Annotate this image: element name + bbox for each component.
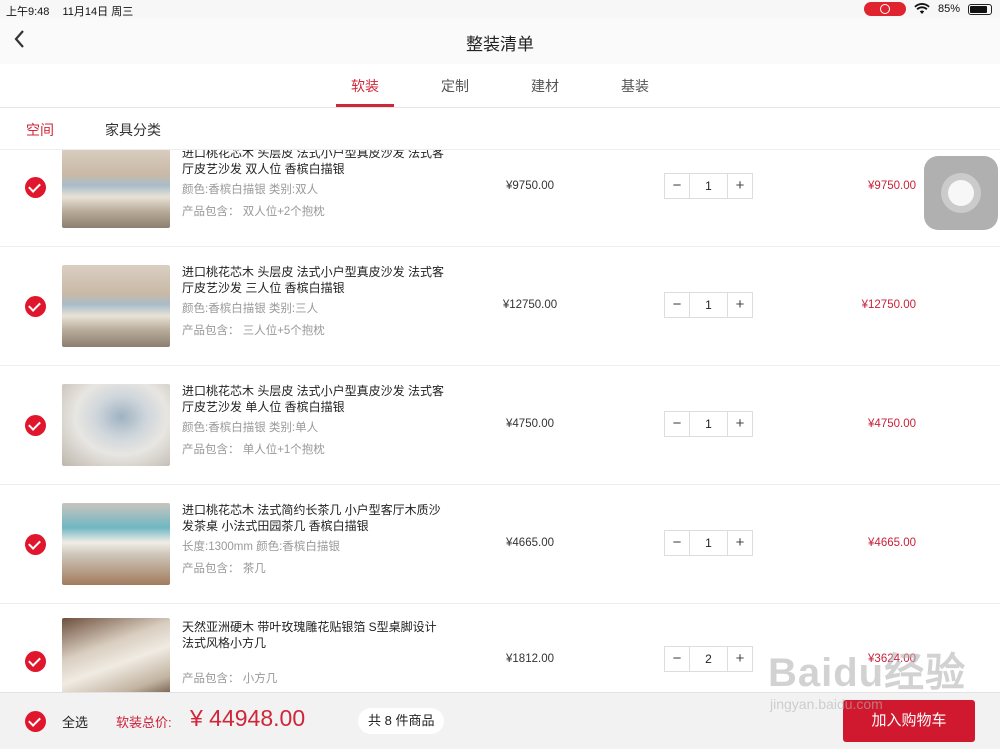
product-spec: 颜色:香槟白描银 类别:双人 xyxy=(182,184,319,196)
item-subtotal: ¥3624.00 xyxy=(868,653,916,665)
product-image[interactable] xyxy=(62,150,170,228)
total-label: 软装总价: xyxy=(116,715,172,730)
product-info[interactable]: 进口桃花芯木 法式简约长茶几 小户型客厅木质沙发茶桌 小法式田园茶几 香槟白描银… xyxy=(182,502,447,577)
quantity-value[interactable]: 1 xyxy=(689,531,728,555)
item-checkbox[interactable] xyxy=(25,177,46,198)
tab-jiancai[interactable]: 建材 xyxy=(515,76,575,96)
product-image[interactable] xyxy=(62,265,170,347)
plus-icon[interactable]: + xyxy=(728,647,752,671)
product-info[interactable]: 进口桃花芯木 头层皮 法式小户型真皮沙发 法式客厅皮艺沙发 双人位 香槟白描银 … xyxy=(182,150,447,220)
quantity-value[interactable]: 1 xyxy=(689,293,728,317)
plus-icon[interactable]: + xyxy=(728,531,752,555)
product-contents: 产品包含： 双人位+2个抱枕 xyxy=(182,206,325,218)
minus-icon[interactable]: − xyxy=(665,412,689,436)
product-contents: 产品包含： 三人位+5个抱枕 xyxy=(182,325,325,337)
status-date: 11月14日 周三 xyxy=(62,6,134,18)
item-subtotal: ¥4665.00 xyxy=(868,537,916,549)
unit-price: ¥4750.00 xyxy=(506,418,554,430)
product-spec: 颜色:香槟白描银 类别:三人 xyxy=(182,303,319,315)
quantity-stepper: − 1 + xyxy=(664,530,753,556)
item-checkbox[interactable] xyxy=(25,534,46,555)
battery-icon xyxy=(968,3,992,15)
status-time: 上午9:48 xyxy=(6,6,50,18)
quantity-stepper: − 1 + xyxy=(664,411,753,437)
product-image[interactable] xyxy=(62,618,170,692)
item-subtotal: ¥12750.00 xyxy=(861,299,916,311)
quantity-stepper: − 2 + xyxy=(664,646,753,672)
unit-price: ¥9750.00 xyxy=(506,180,554,192)
list-item: 天然亚洲硬木 带叶玫瑰雕花贴银箔 S型桌脚设计 法式风格小方几 产品包含： 小方… xyxy=(0,604,1000,692)
list-item: 进口桃花芯木 法式简约长茶几 小户型客厅木质沙发茶桌 小法式田园茶几 香槟白描银… xyxy=(0,485,1000,604)
assistive-touch-button[interactable] xyxy=(924,156,998,230)
product-info[interactable]: 天然亚洲硬木 带叶玫瑰雕花贴银箔 S型桌脚设计 法式风格小方几 产品包含： 小方… xyxy=(182,619,447,687)
plus-icon[interactable]: + xyxy=(728,412,752,436)
minus-icon[interactable]: − xyxy=(665,174,689,198)
checkout-footer: 全选 软装总价: ¥ 44948.00 共 8 件商品 加入购物车 xyxy=(0,692,1000,749)
item-subtotal: ¥4750.00 xyxy=(868,418,916,430)
product-image[interactable] xyxy=(62,384,170,466)
product-info[interactable]: 进口桃花芯木 头层皮 法式小户型真皮沙发 法式客厅皮艺沙发 三人位 香槟白描银 … xyxy=(182,264,447,339)
status-right: 85% xyxy=(863,2,992,16)
battery-percent: 85% xyxy=(937,3,960,15)
product-name: 进口桃花芯木 头层皮 法式小户型真皮沙发 法式客厅皮艺沙发 三人位 香槟白描银 xyxy=(182,265,445,295)
page-title: 整装清单 xyxy=(466,35,534,54)
active-tab-indicator xyxy=(336,104,394,107)
tab-jizhuang[interactable]: 基装 xyxy=(605,76,665,96)
product-name: 天然亚洲硬木 带叶玫瑰雕花贴银箔 S型桌脚设计 法式风格小方几 xyxy=(182,620,437,650)
list-item: 进口桃花芯木 头层皮 法式小户型真皮沙发 法式客厅皮艺沙发 单人位 香槟白描银 … xyxy=(0,366,1000,485)
product-contents: 产品包含： 单人位+1个抱枕 xyxy=(182,444,325,456)
unit-price: ¥4665.00 xyxy=(506,537,554,549)
select-all-checkbox[interactable] xyxy=(25,711,46,732)
assistive-touch-dot xyxy=(948,180,974,206)
quantity-value[interactable]: 2 xyxy=(689,647,728,671)
product-list[interactable]: 进口桃花芯木 头层皮 法式小户型真皮沙发 法式客厅皮艺沙发 双人位 香槟白描银 … xyxy=(0,150,1000,692)
item-subtotal: ¥9750.00 xyxy=(868,180,916,192)
minus-icon[interactable]: − xyxy=(665,647,689,671)
minus-icon[interactable]: − xyxy=(665,531,689,555)
add-to-cart-button[interactable]: 加入购物车 xyxy=(843,700,975,742)
product-info[interactable]: 进口桃花芯木 头层皮 法式小户型真皮沙发 法式客厅皮艺沙发 单人位 香槟白描银 … xyxy=(182,383,447,458)
product-image[interactable] xyxy=(62,503,170,585)
plus-icon[interactable]: + xyxy=(728,293,752,317)
tab-ruanzhuang[interactable]: 软装 xyxy=(335,76,395,96)
item-checkbox[interactable] xyxy=(25,651,46,672)
item-checkbox[interactable] xyxy=(25,296,46,317)
minus-icon[interactable]: − xyxy=(665,293,689,317)
quantity-value[interactable]: 1 xyxy=(689,174,728,198)
status-bar: 上午9:48 11月14日 周三 85% xyxy=(0,0,1000,18)
unit-price: ¥12750.00 xyxy=(502,299,558,311)
quantity-stepper: − 1 + xyxy=(664,173,753,199)
screen-recording-icon xyxy=(863,2,906,16)
wifi-icon xyxy=(914,3,930,14)
total-price: ¥ 44948.00 xyxy=(190,705,306,731)
product-contents: 产品包含： 小方几 xyxy=(182,673,278,685)
product-name: 进口桃花芯木 法式简约长茶几 小户型客厅木质沙发茶桌 小法式田园茶几 香槟白描银 xyxy=(182,503,441,533)
product-spec: 颜色:香槟白描银 类别:单人 xyxy=(182,422,319,434)
product-contents: 产品包含： 茶几 xyxy=(182,563,266,575)
unit-price: ¥1812.00 xyxy=(506,653,554,665)
filter-space[interactable]: 空间 xyxy=(26,120,54,140)
quantity-stepper: − 1 + xyxy=(664,292,753,318)
nav-bar: 整装清单 xyxy=(0,18,1000,64)
product-name: 进口桃花芯木 头层皮 法式小户型真皮沙发 法式客厅皮艺沙发 双人位 香槟白描银 xyxy=(182,150,445,176)
product-spec: 长度:1300mm 颜色:香槟白描银 xyxy=(182,541,340,553)
select-all-label[interactable]: 全选 xyxy=(62,712,88,731)
item-count-badge: 共 8 件商品 xyxy=(358,708,445,734)
status-left: 上午9:48 11月14日 周三 xyxy=(6,3,143,19)
category-tabs: 软装 定制 建材 基装 xyxy=(0,64,1000,108)
filter-furniture-category[interactable]: 家具分类 xyxy=(105,120,161,140)
filter-bar: 空间 家具分类 xyxy=(0,108,1000,150)
plus-icon[interactable]: + xyxy=(728,174,752,198)
list-item: 进口桃花芯木 头层皮 法式小户型真皮沙发 法式客厅皮艺沙发 双人位 香槟白描银 … xyxy=(0,150,1000,247)
product-name: 进口桃花芯木 头层皮 法式小户型真皮沙发 法式客厅皮艺沙发 单人位 香槟白描银 xyxy=(182,384,445,414)
list-item: 进口桃花芯木 头层皮 法式小户型真皮沙发 法式客厅皮艺沙发 三人位 香槟白描银 … xyxy=(0,247,1000,366)
quantity-value[interactable]: 1 xyxy=(689,412,728,436)
item-checkbox[interactable] xyxy=(25,415,46,436)
tab-dingzhi[interactable]: 定制 xyxy=(425,76,485,96)
